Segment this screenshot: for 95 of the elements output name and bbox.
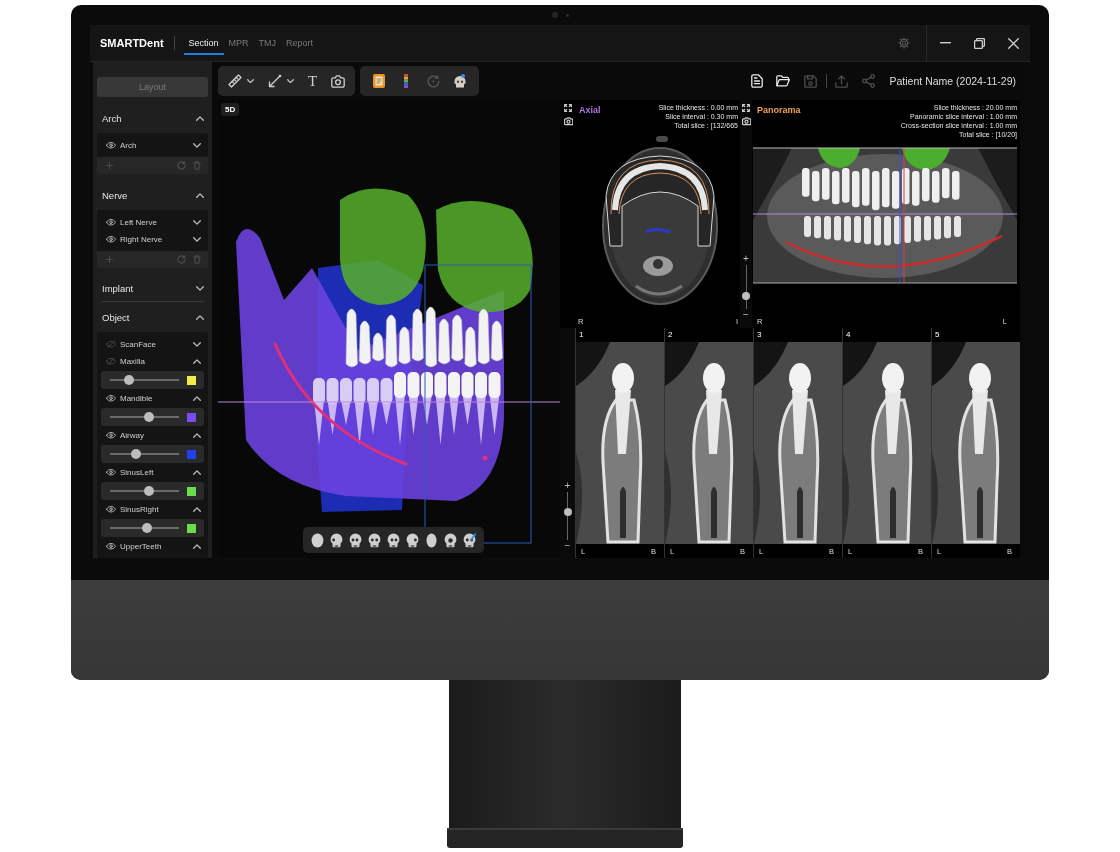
view-title: Axial xyxy=(579,105,601,115)
expand-icon[interactable] xyxy=(742,104,750,112)
color-swatch-icon[interactable] xyxy=(187,412,196,422)
text-tool[interactable]: T xyxy=(308,73,318,89)
camera-icon[interactable] xyxy=(563,117,573,126)
eye-icon[interactable] xyxy=(106,395,116,402)
chevron-up-icon[interactable] xyxy=(193,470,201,475)
caret-icon[interactable] xyxy=(287,78,294,84)
layer-name: SinusRight xyxy=(120,505,160,514)
section-number: 3 xyxy=(756,329,762,341)
layer-name: Mandible xyxy=(120,394,154,403)
slider-thumb[interactable] xyxy=(143,412,154,422)
view-title: Panorama xyxy=(757,105,801,115)
eye-icon[interactable] xyxy=(106,142,116,149)
ruler-icon[interactable] xyxy=(228,74,242,88)
section-title: Arch xyxy=(102,112,122,124)
chevron-down-icon[interactable] xyxy=(193,143,201,148)
camera-icon[interactable] xyxy=(741,117,751,126)
skull-icon[interactable] xyxy=(349,532,362,548)
skull-icon[interactable] xyxy=(368,532,381,548)
skull-icon[interactable] xyxy=(453,74,468,88)
eye-icon[interactable] xyxy=(106,543,116,550)
eye-icon[interactable] xyxy=(106,236,116,243)
document-icon[interactable] xyxy=(750,74,763,88)
minimize-icon[interactable] xyxy=(939,42,951,44)
color-swatch-icon[interactable] xyxy=(187,523,196,533)
webcam-icon xyxy=(551,12,558,18)
view-tab[interactable]: TMJ xyxy=(253,31,282,55)
section-number: 5 xyxy=(934,329,940,341)
chevron-down-icon[interactable] xyxy=(193,237,201,242)
chevron-up-icon[interactable] xyxy=(193,544,201,549)
layer-name: Arch xyxy=(120,141,138,150)
view-mode-badge: 5D xyxy=(221,103,240,116)
chevron-up-icon[interactable] xyxy=(196,192,204,198)
chevron-up-icon[interactable] xyxy=(196,314,204,320)
chevron-up-icon[interactable] xyxy=(193,507,201,512)
section-number: 1 xyxy=(578,329,584,341)
folder-icon[interactable] xyxy=(776,75,792,87)
section-number: 2 xyxy=(667,329,673,341)
restore-icon[interactable] xyxy=(973,37,985,49)
eye-icon[interactable] xyxy=(106,219,116,226)
chevron-up-icon[interactable] xyxy=(196,115,204,121)
report-icon[interactable] xyxy=(373,74,386,88)
color-swatch-icon[interactable] xyxy=(187,486,196,496)
chevron-up-icon[interactable] xyxy=(193,359,201,364)
layer-name: Airway xyxy=(120,431,145,440)
view-tab[interactable]: MPR xyxy=(223,31,254,55)
chevron-up-icon[interactable] xyxy=(193,396,201,401)
expand-icon[interactable] xyxy=(564,104,572,112)
close-icon[interactable] xyxy=(1007,37,1019,49)
skull-icon[interactable] xyxy=(330,532,343,548)
eye-icon[interactable] xyxy=(106,432,116,439)
increase-button[interactable]: + xyxy=(743,254,749,264)
layer-name: Left Nerve xyxy=(120,218,158,227)
color-swatch-icon[interactable] xyxy=(187,449,196,459)
layer-name: ScanFace xyxy=(120,340,158,349)
section-title: Nerve xyxy=(102,189,128,201)
eye-icon[interactable] xyxy=(106,506,116,513)
chevron-down-icon[interactable] xyxy=(193,220,201,225)
section-number: 4 xyxy=(845,329,851,341)
slider-thumb[interactable] xyxy=(123,375,134,385)
color-bar-icon[interactable] xyxy=(404,74,409,88)
section-title: Implant xyxy=(102,283,134,294)
skull-pen-icon[interactable] xyxy=(463,532,476,548)
skull-icon[interactable] xyxy=(406,532,419,548)
chevron-up-icon[interactable] xyxy=(193,433,201,438)
layer-name: Maxilla xyxy=(120,357,146,366)
slider-thumb[interactable] xyxy=(742,291,750,300)
layer-name: Right Nerve xyxy=(120,235,164,244)
caret-icon[interactable] xyxy=(247,78,254,84)
section-title: Object xyxy=(102,311,130,323)
view-tab[interactable]: Section xyxy=(183,31,224,55)
slider-thumb[interactable] xyxy=(131,449,142,459)
skull-icon[interactable] xyxy=(444,532,457,548)
head-icon[interactable] xyxy=(311,532,324,548)
layer-name: UpperTeeth xyxy=(120,542,163,551)
decrease-button[interactable]: − xyxy=(743,310,749,320)
eye-icon[interactable] xyxy=(106,469,116,476)
color-swatch-icon[interactable] xyxy=(187,375,196,385)
settings-icon[interactable] xyxy=(898,37,910,49)
head-icon[interactable] xyxy=(425,532,438,548)
layer-name: SinusLeft xyxy=(120,468,155,477)
slider-thumb[interactable] xyxy=(563,508,572,517)
patient-name: Patient Name (2024-11-29) xyxy=(889,75,1016,87)
camera-icon[interactable] xyxy=(331,74,346,88)
skull-icon[interactable] xyxy=(387,532,400,548)
app-logo: SMARTDent xyxy=(100,37,164,49)
view-tab[interactable]: Report xyxy=(281,31,319,55)
arrow-line-icon[interactable] xyxy=(268,74,282,88)
chevron-down-icon[interactable] xyxy=(196,286,204,291)
decrease-button[interactable]: − xyxy=(564,541,571,551)
slider-thumb[interactable] xyxy=(143,486,154,496)
increase-button[interactable]: + xyxy=(564,481,571,491)
slider-thumb[interactable] xyxy=(141,523,152,533)
chevron-down-icon[interactable] xyxy=(193,342,201,347)
